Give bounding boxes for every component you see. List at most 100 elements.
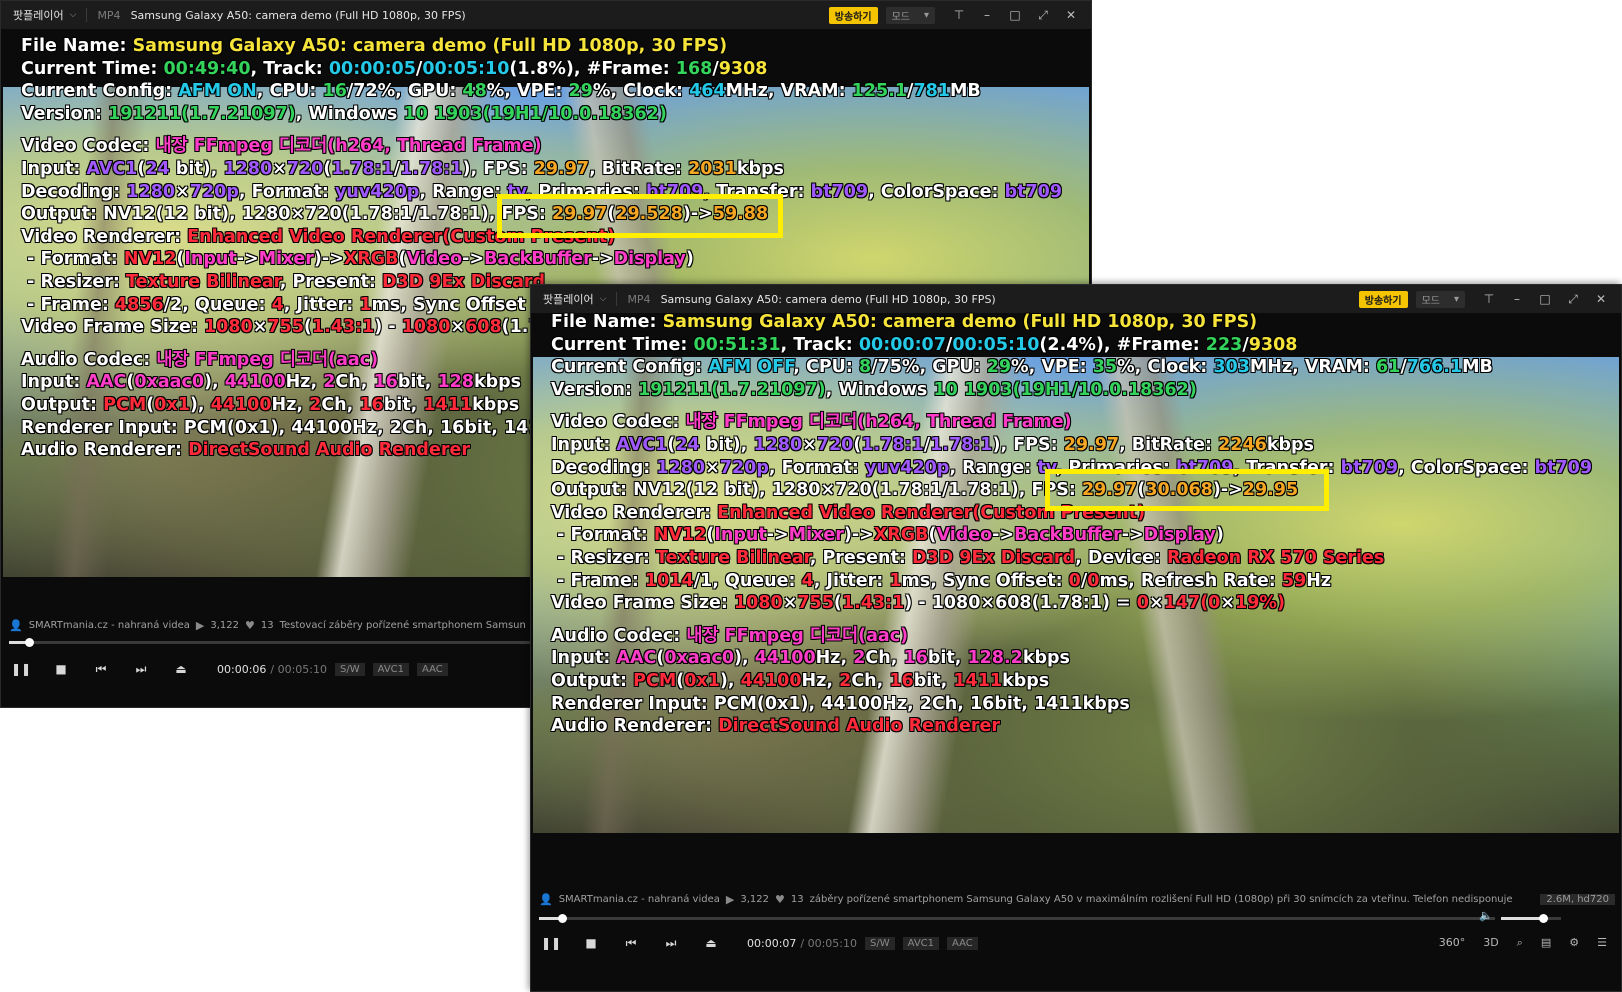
decoder-tag[interactable]: S/W xyxy=(335,662,365,676)
app-name: 팟플레이어 xyxy=(543,293,594,306)
osd-line-frame-size: Video Frame Size: 1080×755(1.43:1) - 108… xyxy=(551,593,1285,614)
osd-line-audio-codec: Audio Codec: 내장 FFmpeg 디코더(aac) xyxy=(551,625,909,646)
vr360-button[interactable]: 360° xyxy=(1439,936,1466,950)
osd-line-file-name: File Name: Samsung Galaxy A50: camera de… xyxy=(551,312,1258,332)
osd-line-renderer: Video Renderer: Enhanced Video Renderer(… xyxy=(21,226,616,247)
osd-line-input: Input: AVC1(24 bit), 1280×720(1.78:1/1.7… xyxy=(551,434,1314,455)
osd-line-format: - Format: NV12(Input->Mixer)->XRGB(Video… xyxy=(551,525,1224,546)
video-codec-tag[interactable]: AVC1 xyxy=(372,662,410,676)
chevron-down-icon: ⌵ xyxy=(599,294,607,304)
osd-line-version: Version: 191211(1.7.21097), Windows 10 1… xyxy=(21,103,667,124)
player-window-front: 팟플레이어 ⌵ MP4 Samsung Galaxy A50: camera d… xyxy=(530,284,1622,992)
video-description: Testovací záběry pořízené smartphonem Sa… xyxy=(279,619,526,631)
stop-icon[interactable]: ■ xyxy=(41,662,81,676)
previous-icon[interactable]: ⏮ xyxy=(81,662,121,677)
channel-name[interactable]: SMARTmania.cz - nahraná videa xyxy=(559,894,720,905)
osd-line-current-time: Current Time: 00:51:31, Track: 00:00:07/… xyxy=(551,334,1298,355)
volume-slider[interactable] xyxy=(1501,914,1561,923)
osd-line-file-name: File Name: Samsung Galaxy A50: camera de… xyxy=(21,36,728,56)
app-menu-button[interactable]: 팟플레이어 ⌵ xyxy=(531,291,616,307)
user-icon: 👤 xyxy=(9,618,23,632)
next-icon[interactable]: ⏭ xyxy=(121,662,161,677)
decoder-tag[interactable]: S/W xyxy=(865,936,895,950)
osd-line-audio-renderer: Audio Renderer: DirectSound Audio Render… xyxy=(551,716,1000,737)
video-codec-tag[interactable]: AVC1 xyxy=(902,936,940,950)
format-label: MP4 xyxy=(627,292,651,306)
next-icon[interactable]: ⏭ xyxy=(651,936,691,951)
osd-info-overlay: File Name: Samsung Galaxy A50: camera de… xyxy=(551,311,1592,738)
stop-icon[interactable]: ■ xyxy=(571,936,611,950)
volume-fill xyxy=(1501,917,1543,920)
broadcast-button[interactable]: 방송하기 xyxy=(1358,290,1408,308)
pause-icon[interactable]: ❚❚ xyxy=(1,662,41,676)
subtitle-icon[interactable]: ▤ xyxy=(1541,936,1551,950)
title-bar[interactable]: 팟플레이어 ⌵ MP4 Samsung Galaxy A50: camera d… xyxy=(1,1,1091,29)
previous-icon[interactable]: ⏮ xyxy=(611,936,651,951)
seek-bar-handle[interactable] xyxy=(25,638,35,647)
duration: / 00:05:10 xyxy=(270,662,328,676)
osd-line-input: Input: AVC1(24 bit), 1280×720(1.78:1/1.7… xyxy=(21,158,784,179)
osd-line-output: Output: NV12(12 bit), 1280×720(1.78:1/1.… xyxy=(551,480,1299,501)
title-bar[interactable]: 팟플레이어 ⌵ MP4 Samsung Galaxy A50: camera d… xyxy=(531,285,1621,313)
video-description: záběry pořízené smartphonem Samsung Gala… xyxy=(809,893,1513,905)
chevron-down-icon: ⌵ xyxy=(69,10,77,20)
pin-icon[interactable]: ⊤ xyxy=(1483,292,1495,307)
mode-dropdown[interactable]: 모드 ▾ xyxy=(1415,290,1465,308)
audio-codec-tag[interactable]: AAC xyxy=(417,662,448,676)
osd-line-current-time: Current Time: 00:49:40, Track: 00:00:05/… xyxy=(21,58,768,79)
close-icon[interactable]: ✕ xyxy=(1065,8,1077,23)
pause-icon[interactable]: ❚❚ xyxy=(531,936,571,950)
broadcast-button[interactable]: 방송하기 xyxy=(828,6,878,24)
volume-icon[interactable]: 🔈 xyxy=(1479,909,1493,922)
osd-line-config: Current Config: AFM OFF, CPU: 8/75%, GPU… xyxy=(551,357,1493,378)
window-title: Samsung Galaxy A50: camera demo (Full HD… xyxy=(660,292,996,306)
osd-line-decoding: Decoding: 1280×720p, Format: yuv420p, Ra… xyxy=(551,457,1593,478)
seek-bar[interactable] xyxy=(539,914,1495,923)
quality-dropdown[interactable]: 2.6M, hd720 xyxy=(1540,893,1615,905)
control-bar: ❚❚ ■ ⏮ ⏭ ⏏ 00:00:07 / 00:05:10 S/W AVC1 … xyxy=(531,923,1621,963)
eject-icon[interactable]: ⏏ xyxy=(161,662,201,676)
maximize-icon[interactable]: □ xyxy=(1009,8,1021,23)
view-count: 3,122 xyxy=(210,619,239,631)
minimize-icon[interactable]: – xyxy=(981,8,993,23)
menu-icon[interactable]: ☰ xyxy=(1597,936,1607,950)
current-time: 00:00:07 xyxy=(747,936,797,950)
eject-icon[interactable]: ⏏ xyxy=(691,936,731,950)
gear-icon[interactable]: ⚙ xyxy=(1569,936,1579,950)
duration: / 00:05:10 xyxy=(800,936,858,950)
osd-line-decoding: Decoding: 1280×720p, Format: yuv420p, Ra… xyxy=(21,181,1063,202)
osd-line-resizer: - Resizer: Texture Bilinear, Present: D3… xyxy=(551,547,1385,568)
like-icon: ♥ xyxy=(774,892,785,906)
app-name: 팟플레이어 xyxy=(13,9,64,22)
mode-dropdown[interactable]: 모드 ▾ xyxy=(885,6,935,24)
media-info-bar: 👤 SMARTmania.cz - nahraná videa ▶ 3,122 … xyxy=(531,889,1621,909)
like-icon: ♥ xyxy=(244,618,255,632)
caret-down-icon: ▾ xyxy=(923,9,929,21)
minimize-icon[interactable]: – xyxy=(1511,292,1523,307)
osd-line-output: Output: NV12(12 bit), 1280×720(1.78:1/1.… xyxy=(21,204,769,225)
maximize-icon[interactable]: □ xyxy=(1539,292,1551,307)
3d-button[interactable]: 3D xyxy=(1483,936,1498,950)
seek-bar-handle[interactable] xyxy=(557,914,567,923)
like-count: 13 xyxy=(260,619,274,631)
fullscreen-icon[interactable]: ⤢ xyxy=(1037,8,1049,23)
fullscreen-icon[interactable]: ⤢ xyxy=(1567,292,1579,307)
osd-line-audio-output: Output: PCM(0x1), 44100Hz, 2Ch, 16bit, 1… xyxy=(551,670,1050,691)
pin-icon[interactable]: ⊤ xyxy=(953,8,965,23)
volume-handle[interactable] xyxy=(1539,914,1548,923)
osd-line-config: Current Config: AFM ON, CPU: 16/72%, GPU… xyxy=(21,81,981,102)
osd-line-format: - Format: NV12(Input->Mixer)->XRGB(Video… xyxy=(21,249,694,270)
osd-line-audio-input: Input: AAC(0xaac0), 44100Hz, 2Ch, 16bit,… xyxy=(551,648,1070,669)
osd-line-video-codec: Video Codec: 내장 FFmpeg 디코더(h264, Thread … xyxy=(551,412,1072,433)
osd-line-frame: - Frame: 1014/1, Queue: 4, Jitter: 1ms, … xyxy=(551,570,1332,591)
channel-name[interactable]: SMARTmania.cz - nahraná videa xyxy=(29,620,190,631)
osd-line-renderer-input: Renderer Input: PCM(0x1), 44100Hz, 2Ch, … xyxy=(551,693,1130,714)
app-menu-button[interactable]: 팟플레이어 ⌵ xyxy=(1,7,86,23)
view-count: 3,122 xyxy=(740,893,769,905)
osd-line-video-codec: Video Codec: 내장 FFmpeg 디코더(h264, Thread … xyxy=(21,136,542,157)
playlist-search-icon[interactable]: ⌕ xyxy=(1517,936,1523,950)
close-icon[interactable]: ✕ xyxy=(1595,292,1607,307)
audio-codec-tag[interactable]: AAC xyxy=(947,936,978,950)
play-count-icon: ▶ xyxy=(725,892,735,906)
osd-line-version: Version: 191211(1.7.21097), Windows 10 1… xyxy=(551,379,1197,400)
